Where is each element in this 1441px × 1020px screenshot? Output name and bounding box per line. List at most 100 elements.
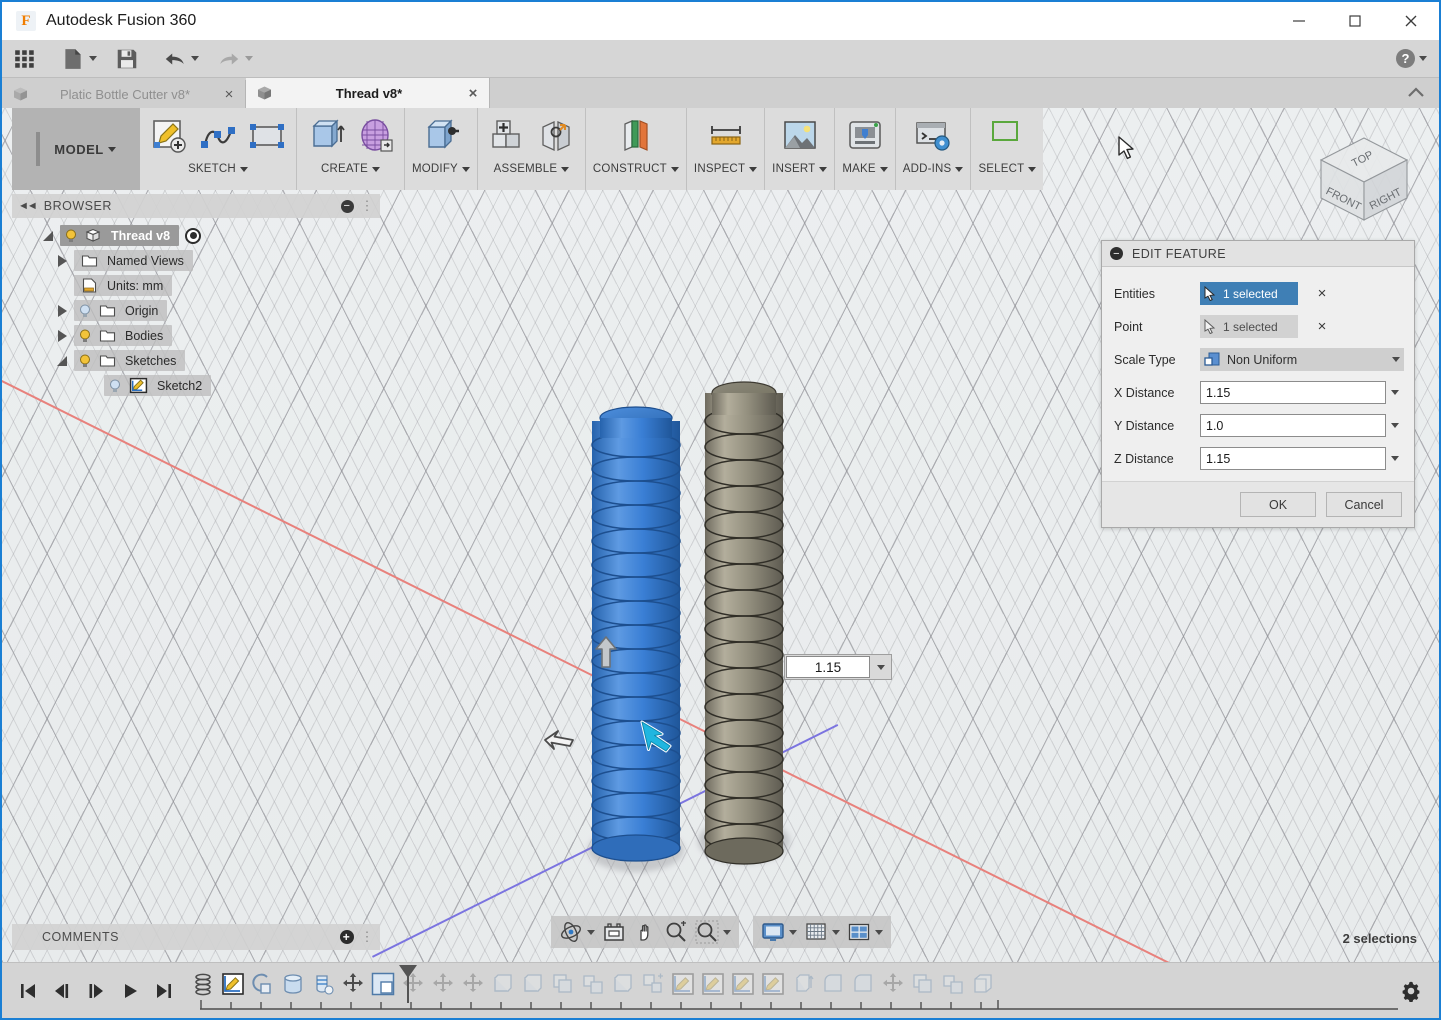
expander-down-icon[interactable] [36, 230, 60, 241]
timeline-feature-sketch[interactable] [698, 969, 728, 999]
y-distance-input[interactable] [1200, 414, 1386, 437]
ribbon-group-label-addins[interactable]: ADD-INS [903, 163, 964, 175]
tree-chip[interactable]: Thread v8 [60, 225, 180, 246]
tree-chip[interactable]: Origin [74, 300, 168, 321]
timeline-feature-move[interactable] [878, 969, 908, 999]
collapse-dialog-icon[interactable]: − [1110, 247, 1123, 260]
viewport-value-input[interactable]: 1.15 [786, 656, 870, 678]
redo-button[interactable] [210, 43, 260, 75]
expander-right-icon[interactable] [50, 254, 74, 267]
close-button[interactable] [1383, 2, 1439, 40]
ribbon-group-label-inspect[interactable]: INSPECT [694, 163, 758, 175]
timeline-feature-move[interactable] [338, 969, 368, 999]
timeline-feature-shell[interactable] [968, 969, 998, 999]
rectangle-icon[interactable] [245, 114, 289, 158]
timeline-feature-sketch[interactable] [728, 969, 758, 999]
x-distance-field[interactable] [1200, 381, 1404, 404]
original-thread-body[interactable] [692, 363, 802, 883]
timeline-feature-move[interactable] [428, 969, 458, 999]
expander-right-icon[interactable] [50, 304, 74, 317]
new-document-button[interactable] [54, 43, 104, 75]
chevron-down-icon[interactable] [245, 56, 253, 61]
save-button[interactable] [108, 43, 146, 75]
maximize-button[interactable] [1327, 2, 1383, 40]
tree-item-named-views[interactable]: Named Views [12, 248, 380, 273]
close-icon[interactable]: × [465, 85, 481, 102]
joint-icon[interactable] [534, 114, 578, 158]
cancel-button[interactable]: Cancel [1326, 492, 1402, 517]
chevron-down-icon[interactable] [1419, 56, 1427, 61]
chevron-down-icon[interactable] [586, 929, 595, 935]
ribbon-group-label-construct[interactable]: CONSTRUCT [593, 163, 679, 175]
timeline-feature-copy[interactable] [908, 969, 938, 999]
go-to-beginning-button[interactable] [12, 974, 44, 1008]
clear-point-icon[interactable]: × [1314, 318, 1330, 335]
look-at-button[interactable] [600, 920, 628, 944]
insert-image-icon[interactable] [778, 114, 822, 158]
undo-button[interactable] [156, 43, 206, 75]
workspace-switcher[interactable]: MODEL [12, 108, 140, 190]
minimize-button[interactable] [1271, 2, 1327, 40]
timeline-feature-copy[interactable] [548, 969, 578, 999]
timeline-feature-body[interactable] [518, 969, 548, 999]
zoom-button[interactable] [662, 920, 690, 944]
scripts-addins-icon[interactable] [911, 114, 955, 158]
timeline-feature-cylinder[interactable] [278, 969, 308, 999]
collapse-toolbar-chevron-icon[interactable] [1405, 86, 1427, 105]
scale-arrow-left[interactable] [540, 718, 576, 757]
tree-item-sketch2[interactable]: Sketch2 [12, 373, 380, 398]
clear-entities-icon[interactable]: × [1314, 285, 1330, 302]
x-distance-input[interactable] [1200, 381, 1386, 404]
bulb-off-icon[interactable] [107, 378, 123, 394]
tree-item-bodies[interactable]: Bodies [12, 323, 380, 348]
y-distance-field[interactable] [1200, 414, 1404, 437]
expander-right-icon[interactable] [50, 329, 74, 342]
go-to-end-button[interactable] [148, 974, 180, 1008]
grid-snaps-button[interactable] [802, 920, 842, 944]
collapse-panel-icon[interactable]: ◄◄ [18, 200, 38, 212]
3d-print-icon[interactable] [843, 114, 887, 158]
timeline-feature-move[interactable] [458, 969, 488, 999]
ribbon-group-label-create[interactable]: CREATE [321, 163, 380, 175]
ribbon-group-label-modify[interactable]: MODIFY [412, 163, 470, 175]
comments-panel[interactable]: COMMENTS + ⋮ [12, 924, 380, 950]
help-menu[interactable]: ? [1396, 49, 1427, 68]
spline-icon[interactable] [196, 114, 240, 158]
chevron-down-icon[interactable] [191, 56, 199, 61]
play-button[interactable] [114, 974, 146, 1008]
orbit-button[interactable] [557, 920, 597, 944]
timeline-track[interactable] [188, 963, 1398, 1019]
scale-type-dropdown[interactable]: Non Uniform [1200, 348, 1404, 371]
add-comment-icon[interactable]: + [339, 930, 354, 944]
timeline-feature-thread[interactable] [308, 969, 338, 999]
tree-chip[interactable]: Units: mm [74, 275, 173, 296]
bulb-off-icon[interactable] [77, 303, 93, 319]
press-pull-icon[interactable] [419, 114, 463, 158]
chevron-down-icon[interactable] [831, 929, 840, 935]
panel-resize-grip[interactable]: ⋮ [361, 198, 375, 214]
tree-item-origin[interactable]: Origin [12, 298, 380, 323]
scale-arrow-down-right[interactable] [636, 716, 680, 763]
timeline-feature-body[interactable] [608, 969, 638, 999]
tree-chip[interactable]: Named Views [74, 250, 193, 271]
close-icon[interactable]: × [221, 86, 237, 103]
ribbon-group-label-insert[interactable]: INSERT [772, 163, 828, 175]
step-forward-button[interactable] [80, 974, 112, 1008]
mesh-icon[interactable] [353, 114, 397, 158]
pan-button[interactable] [631, 920, 659, 944]
chevron-down-icon[interactable] [89, 56, 97, 61]
chevron-down-icon[interactable] [1386, 381, 1404, 404]
timeline-feature-revolve[interactable] [248, 969, 278, 999]
chevron-down-icon[interactable] [1392, 357, 1400, 362]
app-grid-button[interactable] [6, 43, 44, 75]
chevron-down-icon[interactable] [1386, 447, 1404, 470]
chevron-down-icon[interactable] [874, 929, 883, 935]
ribbon-group-label-assemble[interactable]: ASSEMBLE [494, 163, 570, 175]
tree-item-units[interactable]: Units: mm [12, 273, 380, 298]
timeline-feature-sketch[interactable] [668, 969, 698, 999]
ribbon-group-label-select[interactable]: SELECT [978, 163, 1037, 175]
bulb-on-icon[interactable] [77, 328, 93, 344]
timeline-playhead[interactable] [399, 964, 417, 978]
document-tab-active[interactable]: Thread v8* × [246, 78, 490, 108]
chevron-down-icon[interactable] [722, 929, 731, 935]
